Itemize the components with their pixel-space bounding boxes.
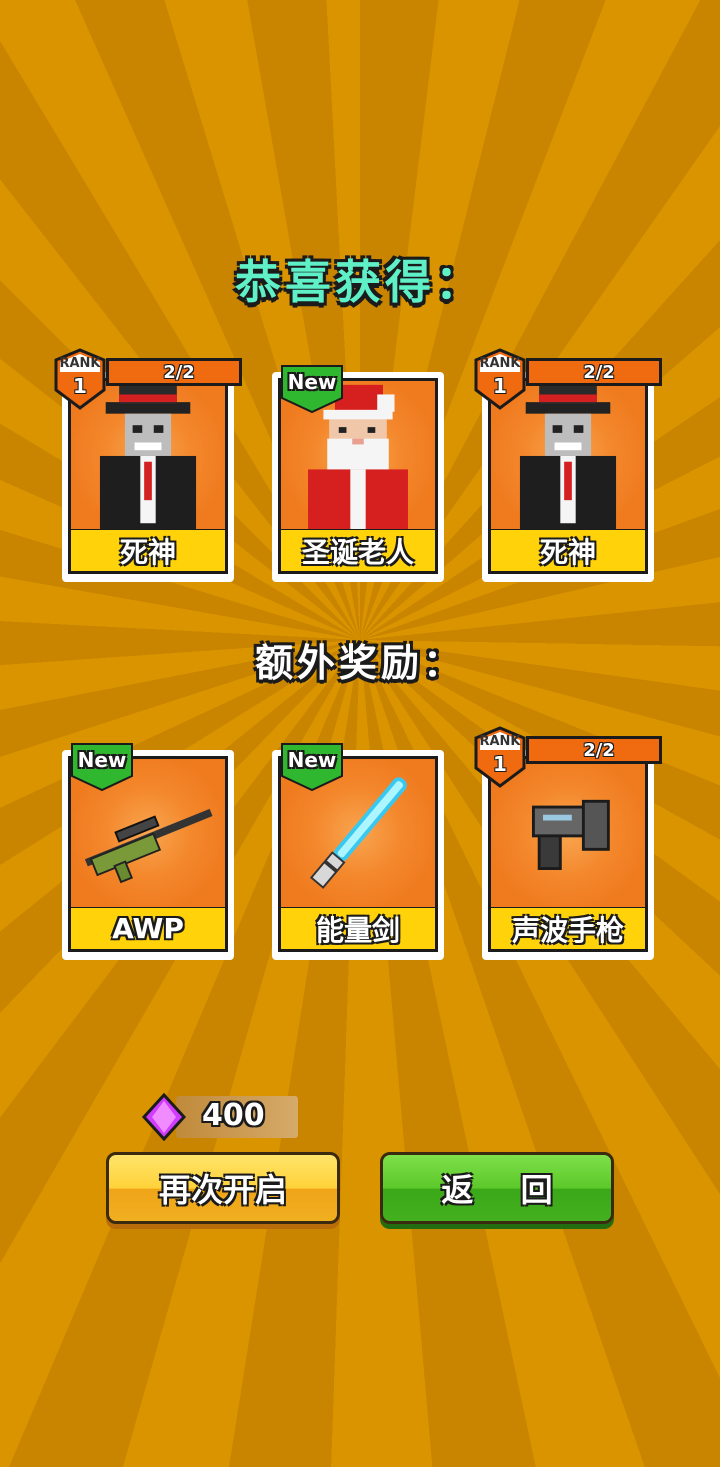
reward-card-2[interactable]: 圣诞老人 New [272, 365, 444, 582]
rank-badge: RANK 1 [472, 726, 528, 788]
back-button[interactable]: 返 回 [380, 1152, 614, 1224]
bonus-name: 能量剑 [278, 908, 438, 952]
bonus-card-2[interactable]: 能量剑 New [272, 743, 444, 960]
gem-amount: 400 [202, 1098, 265, 1133]
title-bonus: 额外奖励： [254, 641, 465, 685]
reopen-button[interactable]: 再次开启 [106, 1152, 340, 1224]
rank-label: RANK [479, 734, 521, 749]
reward-name: 死神 [488, 530, 648, 574]
rank-label: RANK [479, 356, 521, 371]
title-congrats: 恭喜获得： [235, 255, 485, 309]
rank-label: RANK [59, 356, 101, 371]
reward-card-3[interactable]: 死神 2/2 RANK 1 [474, 348, 662, 582]
new-badge: New [70, 742, 134, 794]
rank-progress: 2/2 [526, 358, 662, 386]
bonus-card-1[interactable]: AWP New [62, 743, 234, 960]
gem-icon [141, 1093, 187, 1141]
rank-progress: 2/2 [526, 736, 662, 764]
rank-value: 1 [73, 374, 87, 398]
reward-name: 圣诞老人 [278, 530, 438, 574]
rank-value: 1 [493, 752, 507, 776]
rank-badge: RANK 1 [52, 348, 108, 410]
rank-badge: RANK 1 [472, 348, 528, 410]
gem-cost: 400 [140, 1093, 300, 1141]
rank-value: 1 [493, 374, 507, 398]
bonus-name: AWP [68, 908, 228, 952]
bonus-card-3[interactable]: 声波手枪 2/2 RANK 1 [474, 726, 662, 960]
rank-progress: 2/2 [106, 358, 242, 386]
new-badge: New [280, 364, 344, 416]
reward-name: 死神 [68, 530, 228, 574]
reward-card-1[interactable]: 死神 2/2 RANK 1 [54, 348, 242, 582]
new-badge: New [280, 742, 344, 794]
bonus-name: 声波手枪 [488, 908, 648, 952]
